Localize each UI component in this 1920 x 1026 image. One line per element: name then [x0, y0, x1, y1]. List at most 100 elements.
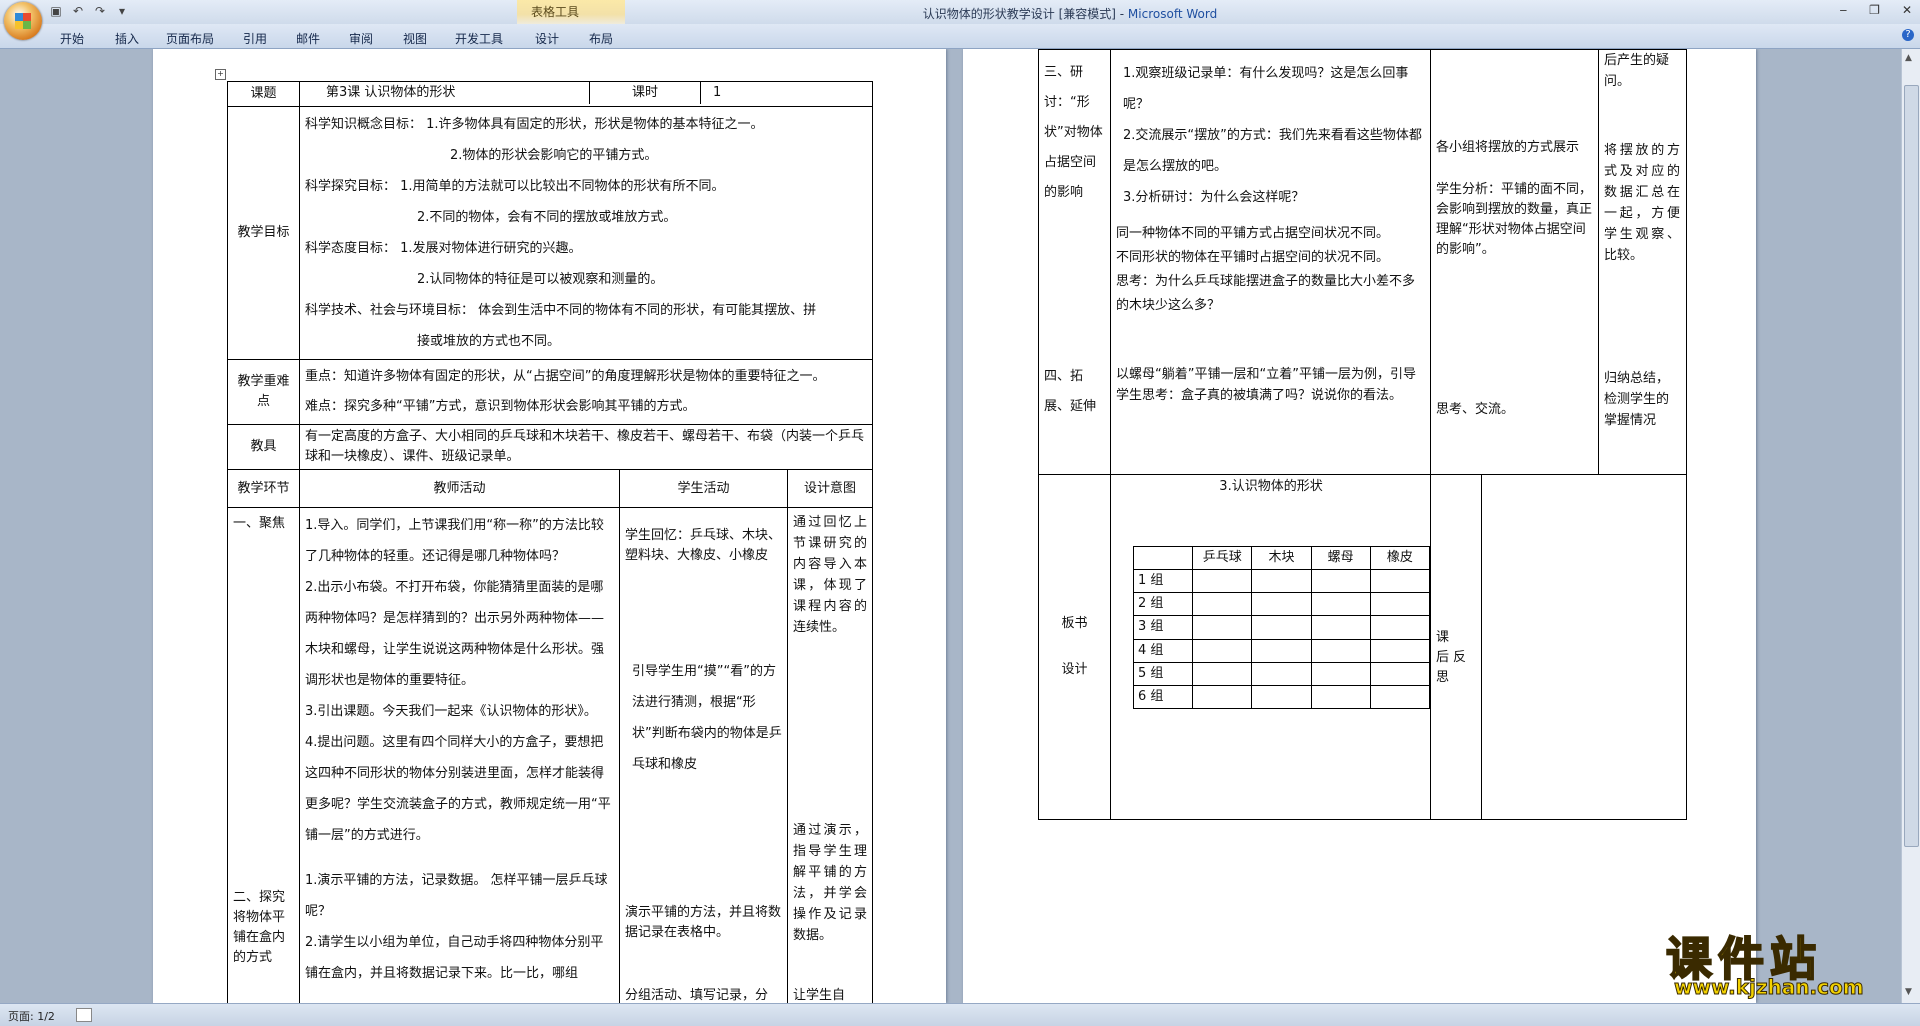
teacher-step: 3.引出课题。今天我们一起来《认识物体的形状》。	[305, 704, 597, 720]
goals-label: 教学目标	[237, 225, 290, 241]
office-logo-icon	[15, 13, 31, 29]
ribbon-tabs: 开始 插入 页面布局 引用 邮件 审阅 视图 开发工具 设计 布局 ?	[0, 24, 1920, 49]
materials-cell: 有一定高度的方盒子、大小相同的乒乓球和木块若干、橡皮若干、螺母若干、布袋（内装一…	[298, 424, 874, 471]
teacher-step: 1.观察班级记录单：有什么发现吗？这是怎么回事呢？	[1123, 66, 1409, 112]
conclusion-line: 同一种物体不同的平铺方式占据空间状况不同。	[1116, 226, 1390, 241]
reflection-label: 课 后反思	[1436, 630, 1471, 685]
board-header: 螺母	[1310, 545, 1371, 571]
teacher-step: 1.导入。同学们，上节课我们用“称一称”的方法比较了几种物体的轻重。还记得是哪几…	[305, 518, 604, 565]
student-activity: 分组活动、填写记录，分	[625, 988, 769, 1003]
goal-line: 2.认同物体的特征是可以被观察和测量的。	[417, 272, 664, 288]
intent-text: 通过演示，指导学生理解平铺的方法，并学会操作及记录数据。	[793, 823, 867, 944]
board-header: 乒乓球	[1192, 545, 1253, 571]
materials-label: 教具	[250, 439, 277, 455]
student-activity: 各小组将摆放的方式展示	[1436, 140, 1580, 155]
office-button[interactable]	[4, 2, 42, 40]
tab-home[interactable]: 开始	[60, 30, 84, 47]
tab-page-layout[interactable]: 页面布局	[166, 30, 214, 47]
board-header: 木块	[1251, 545, 1312, 571]
extension-text: 以螺母“躺着”平铺一层和“立着”平铺一层为例，引导学生思考：盒子真的被填满了吗？…	[1116, 367, 1416, 403]
maximize-button[interactable]: ❐	[1869, 3, 1880, 17]
goal-line: 科学技术、社会与环境目标： 体会到生活中不同的物体有不同的形状，有可能其摆放、拼	[305, 303, 817, 319]
board-title: 3.认识物体的形状	[1219, 479, 1323, 494]
intent-text: 后产生的疑问。	[1604, 53, 1670, 89]
close-button[interactable]: ✕	[1902, 3, 1912, 17]
tab-mailings[interactable]: 邮件	[296, 30, 320, 47]
status-bar: 页面: 1/2	[0, 1003, 1920, 1026]
teacher-step: 2.出示小布袋。不打开布袋，你能猜猜里面装的是哪两种物体吗？是怎样猜到的？出示另…	[305, 580, 605, 689]
stage-extend: 四、拓展、延伸	[1044, 369, 1097, 414]
table-tools-label: 表格工具	[531, 5, 580, 19]
vertical-scrollbar[interactable]: ▲ ▼	[1901, 49, 1920, 1003]
tab-layout[interactable]: 布局	[589, 30, 613, 47]
teacher-step: 2.交流展示“摆放”的方式：我们先来看看这些物体都是怎么摆放的吧。	[1123, 128, 1422, 174]
intent-text: 通过回忆上节课研究的内容导入本课，体现了课程内容的连续性。	[793, 515, 867, 636]
col-header-teacher: 教师活动	[299, 469, 620, 509]
goal-line: 接或堆放的方式也不同。	[417, 334, 561, 350]
goal-line: 2.物体的形状会影响它的平铺方式。	[450, 148, 658, 164]
materials-text: 有一定高度的方盒子、大小相同的乒乓球和木块若干、橡皮若干、螺母若干、布袋（内装一…	[305, 429, 865, 465]
stage-explore: 二、探究将物体平铺在盒内的方式	[233, 890, 286, 966]
tab-insert[interactable]: 插入	[115, 30, 139, 47]
goal-line: 2.不同的物体，会有不同的摆放或堆放方式。	[417, 210, 677, 226]
goal-line: 科学探究目标： 1.用简单的方法就可以比较出不同物体的形状有所不同。	[305, 179, 725, 195]
page-1: + 课题 第3课 认识物体的形状 课时 1 教学目标 科学知识概念目标： 1.许…	[153, 49, 946, 1003]
topic-label-cell: 课题	[227, 80, 300, 108]
tab-design[interactable]: 设计	[535, 30, 559, 47]
student-cell: 各小组将摆放的方式展示 学生分析：平铺的面不同，会影响到摆放的数量，真正理解“形…	[1430, 49, 1599, 475]
keypoints-label-cell: 教学重难点	[227, 359, 300, 426]
board-row-label: 1 组	[1132, 569, 1194, 594]
col-header-stage: 教学环节	[227, 469, 300, 509]
table-move-handle-icon[interactable]: +	[215, 69, 226, 80]
student-activity: 思考、交流。	[1436, 402, 1515, 417]
board-label: 设计	[1061, 662, 1088, 677]
student-activity: 学生分析：平铺的面不同，会影响到摆放的数量，真正理解“形状对物体占据空间的影响”…	[1436, 182, 1593, 257]
difficult-point: 难点：探究多种“平铺”方式，意识到物体形状会影响其平铺的方式。	[305, 399, 696, 415]
lesson-table-continued: 三、研讨：“形状”对物体占据空间的影响 四、拓展、延伸 1.观察班级记录单：有什…	[1038, 49, 1687, 820]
tab-view[interactable]: 视图	[403, 30, 427, 47]
materials-label-cell: 教具	[227, 424, 300, 471]
goals-label-cell: 教学目标	[227, 106, 300, 361]
intent-text: 将摆放的方式及对应的数据汇总在一起，方便学生观察、比较。	[1604, 143, 1680, 263]
scrollbar-thumb[interactable]	[1904, 85, 1919, 847]
col-header-intent: 设计意图	[786, 469, 874, 509]
tab-review[interactable]: 审阅	[349, 30, 373, 47]
board-label-cell: 板书 设计	[1038, 474, 1111, 820]
tab-developer[interactable]: 开发工具	[455, 30, 503, 47]
teacher-step: 1.演示平铺的方法，记录数据。 怎样平铺一层乒乓球呢？	[305, 873, 608, 920]
board-cell: 3.认识物体的形状 乒乓球 木块 螺母 橡皮 1 组 2 组 3 组 4 组 5…	[1110, 474, 1431, 820]
tab-references[interactable]: 引用	[243, 30, 267, 47]
teacher-step: 2.请学生以小组为单位，自己动手将四种物体分别平铺在盒内，并且将数据记录下来。比…	[305, 935, 604, 982]
conclusion-line: 不同形状的物体在平铺时占据空间的状况不同。	[1116, 250, 1390, 265]
page-counter[interactable]: 页面: 1/2	[8, 1008, 55, 1024]
student-cell: 学生回忆：乒乓球、木块、塑料块、大橡皮、小橡皮 引导学生用“摸”“看”的方法进行…	[619, 507, 788, 1003]
lesson-title: 第3课 认识物体的形状	[326, 84, 456, 100]
topic-row: 第3课 认识物体的形状 课时 1	[298, 80, 874, 108]
page-2: 三、研讨：“形状”对物体占据空间的影响 四、拓展、延伸 1.观察班级记录单：有什…	[963, 49, 1756, 1003]
scroll-down-icon[interactable]: ▼	[1905, 987, 1912, 997]
goal-line: 科学知识概念目标： 1.许多物体具有固定的形状，形状是物体的基本特征之一。	[305, 117, 764, 133]
board-record-table: 乒乓球 木块 螺母 橡皮 1 组 2 组 3 组 4 组 5 组 6 组	[1132, 545, 1430, 709]
help-icon[interactable]: ?	[1902, 29, 1914, 41]
question-line: 思考：为什么乒乓球能摆进盒子的数量比大小差不多的木块少这么多？	[1116, 274, 1416, 313]
document-workspace: + 课题 第3课 认识物体的形状 课时 1 教学目标 科学知识概念目标： 1.许…	[0, 49, 1902, 1003]
goals-cell: 科学知识概念目标： 1.许多物体具有固定的形状，形状是物体的基本特征之一。 2.…	[298, 106, 874, 361]
col-header-student: 学生活动	[619, 469, 788, 509]
board-row-label: 4 组	[1132, 638, 1194, 663]
title-bar: ▣ ↶ ↷ ▾ 认识物体的形状教学设计 [兼容模式] - Microsoft W…	[0, 0, 1920, 24]
proofing-icon[interactable]	[76, 1008, 92, 1022]
board-header: 橡皮	[1369, 545, 1430, 571]
intent-text: 归纳总结，检测学生的掌握情况	[1604, 371, 1670, 428]
stage-cell: 一、聚焦 二、探究将物体平铺在盒内的方式	[227, 507, 300, 1003]
teacher-step: 4.提出问题。这里有四个同样大小的方盒子，要想把这四种不同形状的物体分别装进里面…	[305, 735, 611, 844]
teacher-step: 3.分析研讨：为什么会这样呢？	[1123, 190, 1305, 205]
student-activity: 引导学生用“摸”“看”的方法进行猜测，根据“形状”判断布袋内的物体是乒乓球和橡皮	[632, 664, 782, 773]
board-label: 板书	[1061, 616, 1088, 631]
scroll-up-icon[interactable]: ▲	[1905, 53, 1912, 63]
minimize-button[interactable]: ‒	[1840, 3, 1848, 17]
hours-value: 1	[700, 82, 872, 104]
student-activity: 演示平铺的方法，并且将数据记录在表格中。	[625, 905, 782, 941]
stage-discuss: 三、研讨：“形状”对物体占据空间的影响	[1044, 65, 1103, 200]
stage-cell: 三、研讨：“形状”对物体占据空间的影响 四、拓展、延伸	[1038, 49, 1111, 475]
window-controls: ‒ ❐ ✕	[1840, 3, 1912, 17]
